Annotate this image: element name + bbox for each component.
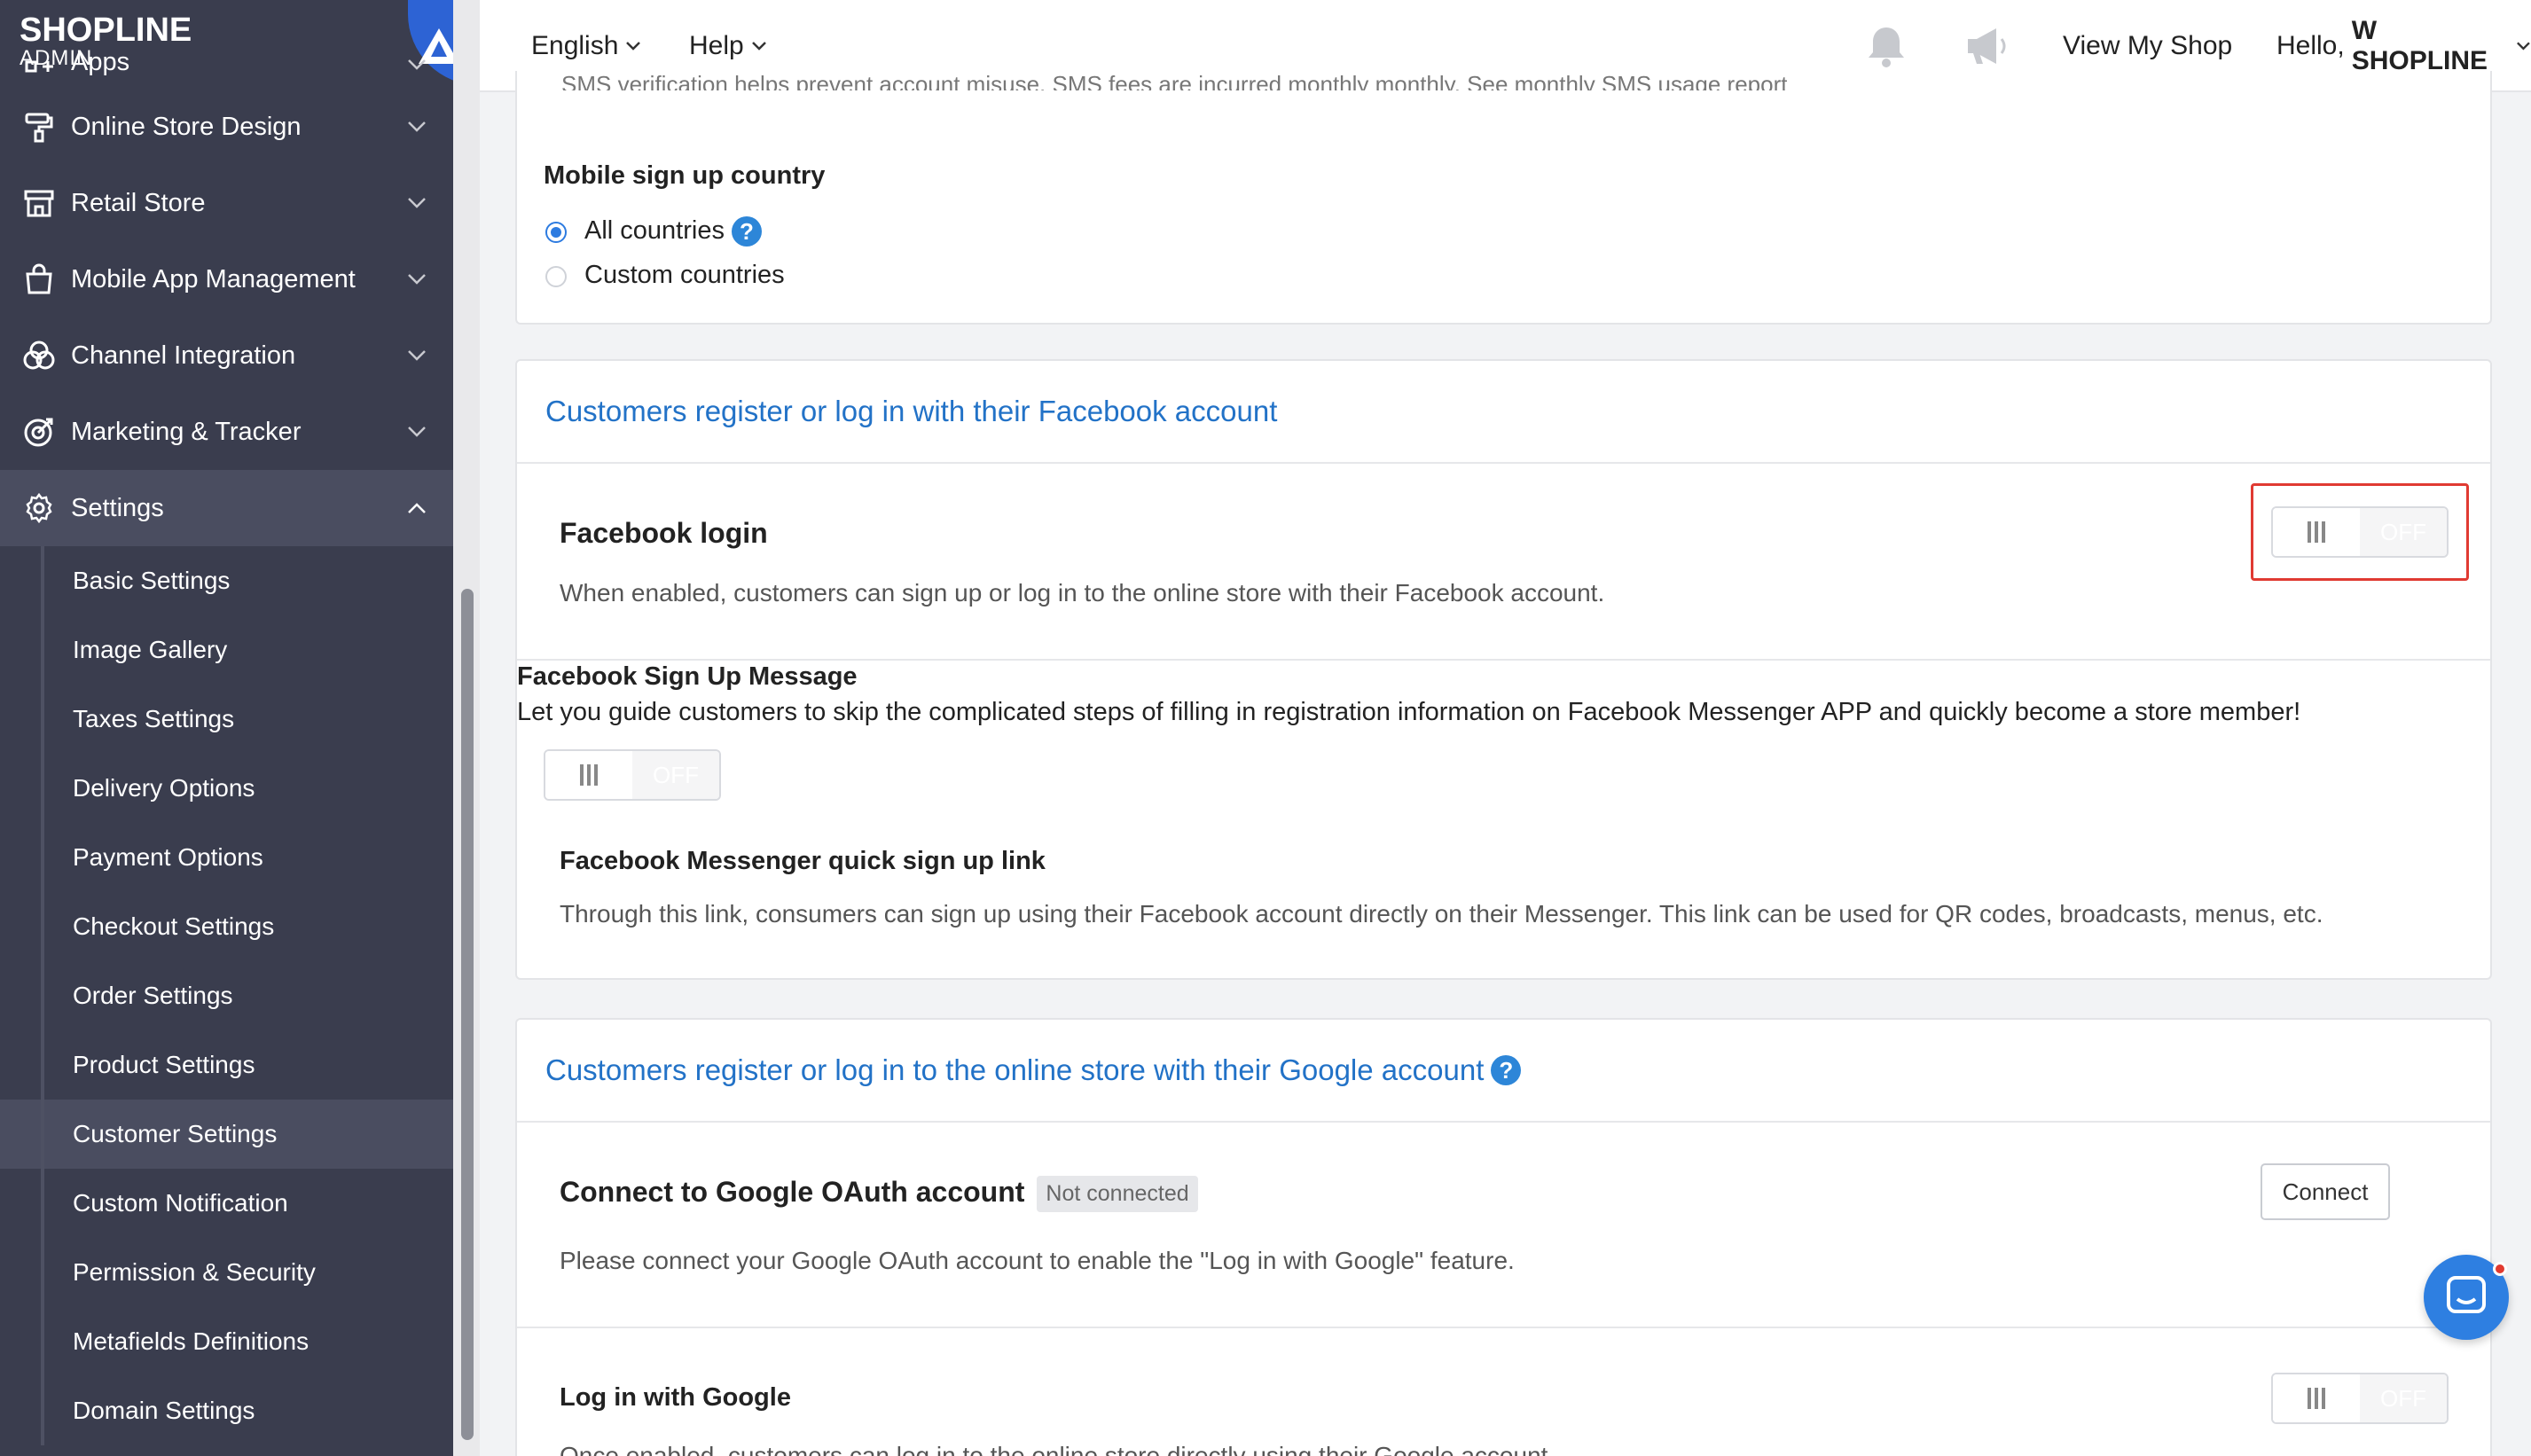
chevron-down-icon <box>626 42 641 51</box>
sidebar-subitem-delivery-options[interactable]: Delivery Options <box>0 754 453 823</box>
apps-icon <box>25 60 53 73</box>
sidebar-subitem-taxes-settings[interactable]: Taxes Settings <box>0 685 453 754</box>
sidebar-subitem-checkout-settings[interactable]: Checkout Settings <box>0 892 453 961</box>
google-login-toggle[interactable]: OFF <box>2271 1373 2449 1424</box>
megaphone-icon <box>1968 28 2006 64</box>
facebook-card: Customers register or log in with their … <box>515 359 2492 980</box>
help-icon[interactable]: ? <box>1491 1055 1522 1085</box>
sidebar-subitem-metafields-definitions[interactable]: Metafields Definitions <box>0 1307 453 1376</box>
facebook-signup-message-desc: Let you guide customers to skip the comp… <box>517 698 2301 726</box>
messenger-link-desc: Through this link, consumers can sign up… <box>560 900 2323 928</box>
submenu-rail <box>41 546 44 1445</box>
chevron-down-icon <box>408 350 426 361</box>
sidebar-subitem-customer-settings[interactable]: Customer Settings <box>0 1100 453 1169</box>
paint-roller-icon <box>25 113 53 143</box>
chevron-down-icon <box>408 59 426 70</box>
chevron-down-icon <box>408 198 426 208</box>
google-card: Customers register or log in to the onli… <box>515 1018 2492 1456</box>
sidebar-item-marketing-tracker[interactable]: Marketing & Tracker <box>0 394 453 470</box>
sidebar-item-label: Channel Integration <box>71 341 296 370</box>
all-countries-text: All countries <box>584 216 725 245</box>
connect-button[interactable]: Connect <box>2261 1163 2390 1220</box>
sidebar-item-label: Marketing & Tracker <box>71 417 302 446</box>
chevron-down-icon <box>408 427 426 437</box>
divider <box>517 1327 2490 1328</box>
radio-all-countries[interactable] <box>545 222 567 243</box>
help-label: Help <box>689 31 744 60</box>
toggle-state: OFF <box>632 751 719 799</box>
language-label: English <box>531 31 619 60</box>
highlight-box <box>2251 483 2469 581</box>
google-oauth-title: Connect to Google OAuth account Not conne… <box>560 1176 1198 1213</box>
chevron-up-icon <box>408 503 426 513</box>
facebook-login-desc: When enabled, customers can sign up or l… <box>560 579 1605 607</box>
store-icon <box>24 190 54 217</box>
chevron-down-icon <box>408 121 426 132</box>
messenger-link-title: Facebook Messenger quick sign up link <box>560 847 1046 875</box>
sidebar-item-channel-integration[interactable]: Channel Integration <box>0 317 453 394</box>
facebook-card-header: Customers register or log in with their … <box>517 361 2490 464</box>
chat-support-button[interactable] <box>2424 1255 2509 1340</box>
sidebar-item-settings[interactable]: Settings <box>0 470 453 546</box>
notification-dot <box>2493 1262 2507 1276</box>
mobile-signup-country-title: Mobile sign up country <box>544 161 826 190</box>
toggle-knob <box>2273 1374 2362 1422</box>
sidebar-item-online-store-design[interactable]: Online Store Design <box>0 89 453 165</box>
custom-countries-label: Custom countries <box>584 261 785 289</box>
status-badge: Not connected <box>1037 1176 1198 1213</box>
target-icon <box>24 418 53 447</box>
facebook-login-title: Facebook login <box>560 517 768 549</box>
sidebar-subitem-custom-notification[interactable]: Custom Notification <box>0 1169 453 1238</box>
google-login-desc: Once enabled, customers can log in to th… <box>560 1442 1555 1456</box>
all-countries-label: All countries? <box>584 216 762 247</box>
sidebar-subitem-basic-settings[interactable]: Basic Settings <box>0 546 453 615</box>
sidebar-item-label: Mobile App Management <box>71 264 356 294</box>
chevron-down-icon <box>408 274 426 285</box>
sidebar-item-mobile-app-management[interactable]: Mobile App Management <box>0 241 453 317</box>
toggle-state: OFF <box>2360 1374 2447 1422</box>
toggle-knob <box>545 751 634 799</box>
sidebar-item-label: Apps <box>71 48 130 76</box>
google-oauth-desc: Please connect your Google OAuth account… <box>560 1247 1515 1274</box>
google-oauth-title-text: Connect to Google OAuth account <box>560 1176 1025 1208</box>
sidebar-subitem-domain-settings[interactable]: Domain Settings <box>0 1376 453 1445</box>
facebook-signup-message-title: Facebook Sign Up Message <box>517 662 858 691</box>
logo-text: SHOPLINE <box>20 12 192 49</box>
google-card-header-text: Customers register or log in to the onli… <box>545 1053 1485 1086</box>
facebook-signup-message-toggle[interactable]: OFF <box>544 749 721 801</box>
sidebar-subitem-payment-options[interactable]: Payment Options <box>0 823 453 892</box>
sidebar-item-label: Online Store Design <box>71 112 302 141</box>
google-card-header: Customers register or log in to the onli… <box>517 1020 2490 1123</box>
google-login-title: Log in with Google <box>560 1383 791 1412</box>
greeting-text: Hello, <box>2276 31 2345 60</box>
settings-submenu: Basic Settings Image Gallery Taxes Setti… <box>0 546 453 1445</box>
sidebar-subitem-product-settings[interactable]: Product Settings <box>0 1030 453 1100</box>
sidebar: SHOPLINE ADMIN Apps Online Store Design … <box>0 0 453 1456</box>
divider <box>517 659 2490 661</box>
gear-icon <box>26 492 52 524</box>
sms-settings-card: SMS verification helps prevent account m… <box>515 71 2492 325</box>
sidebar-subitem-image-gallery[interactable]: Image Gallery <box>0 615 453 685</box>
help-icon[interactable]: ? <box>731 216 762 247</box>
bell-icon <box>1869 27 1904 67</box>
radio-custom-countries[interactable] <box>545 266 567 287</box>
sidebar-item-apps[interactable]: Apps <box>0 48 453 89</box>
sidebar-item-label: Retail Store <box>71 188 206 217</box>
chevron-down-icon <box>751 42 766 51</box>
sidebar-subitem-permission-security[interactable]: Permission & Security <box>0 1238 453 1307</box>
sidebar-item-retail-store[interactable]: Retail Store <box>0 165 453 241</box>
sidebar-nav: Apps Online Store Design Retail Store Mo… <box>0 48 453 1445</box>
user-name: W SHOPLINE <box>2351 16 2488 75</box>
chevron-down-icon <box>2517 42 2530 51</box>
sidebar-subitem-order-settings[interactable]: Order Settings <box>0 961 453 1030</box>
sidebar-scrollbar[interactable] <box>461 589 474 1440</box>
venn-icon <box>23 341 55 370</box>
shopping-bag-icon <box>26 263 52 294</box>
sidebar-item-label: Settings <box>71 493 164 522</box>
sms-cut-text: SMS verification helps prevent account m… <box>561 71 1788 90</box>
